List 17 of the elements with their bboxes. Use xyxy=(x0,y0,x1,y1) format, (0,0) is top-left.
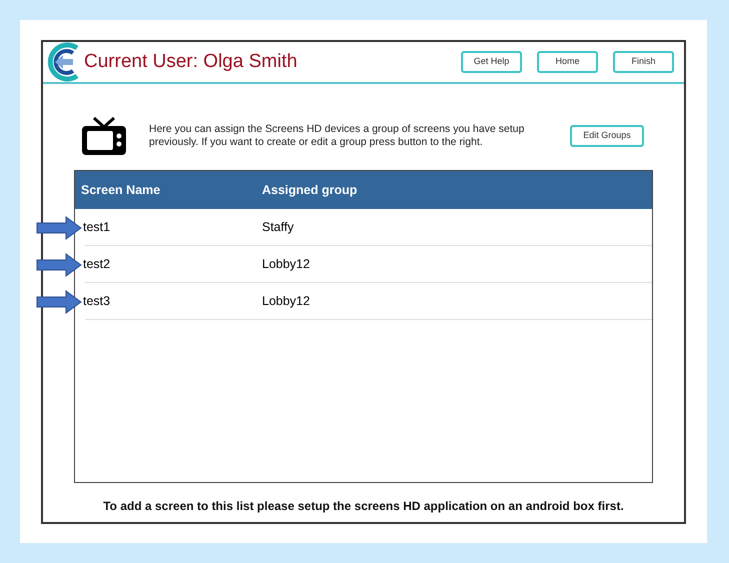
edit-groups-button[interactable]: Edit Groups xyxy=(570,125,644,147)
intro-text: Here you can assign the Screens HD devices a group of screens you have setup previously. If you want to create or edit a group press button to the right. xyxy=(149,123,526,149)
table-cell-text: Lobby12 xyxy=(262,292,310,310)
table-cell-text: Staffy xyxy=(262,218,294,236)
page-title: Current User: Olga Smith xyxy=(84,50,298,74)
nav-button[interactable]: Get Help xyxy=(461,51,522,73)
logo-icon xyxy=(45,42,81,82)
table-cell-text: Lobby12 xyxy=(262,256,310,273)
column-header: Screen Name xyxy=(81,182,162,199)
nav-button[interactable]: Finish xyxy=(613,51,674,73)
table-cell-text: test1 xyxy=(83,218,112,236)
column-header: Assigned group xyxy=(262,182,358,199)
table-cell-text: test2 xyxy=(83,256,112,273)
tv-icon xyxy=(81,116,127,156)
table-cell-text: test3 xyxy=(83,292,112,310)
footer-note: To add a screen to this list please setup the screens HD application on an android box first. xyxy=(102,498,625,515)
nav-button[interactable]: Home xyxy=(537,51,598,73)
